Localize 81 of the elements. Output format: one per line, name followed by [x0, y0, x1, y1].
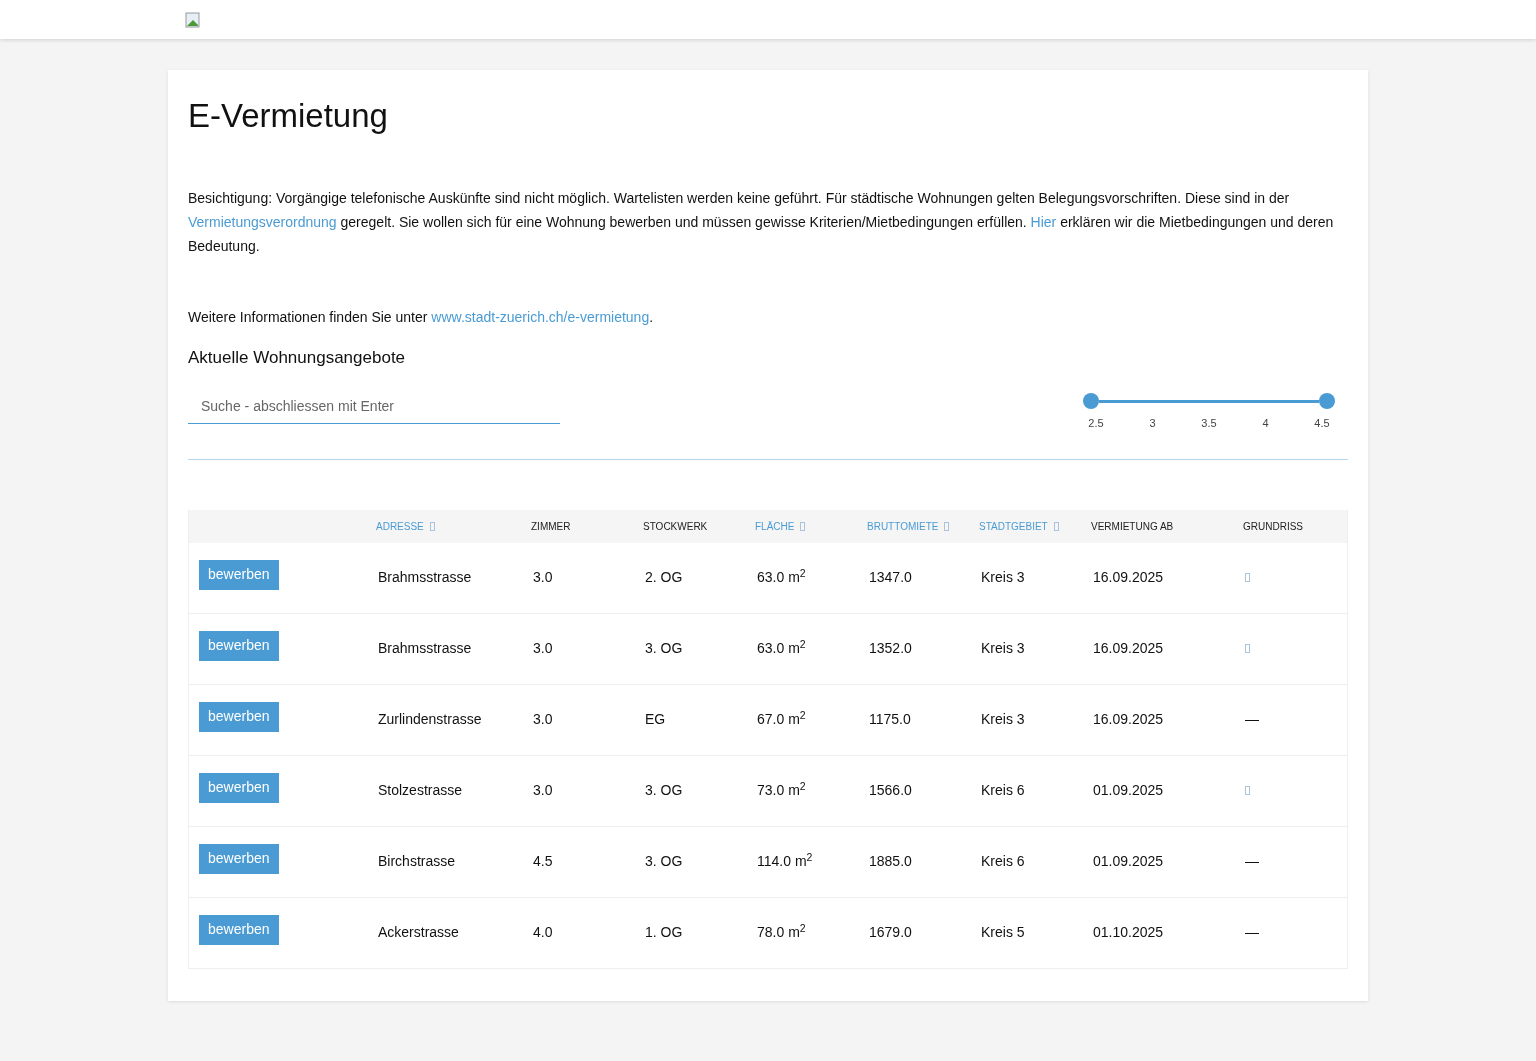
- table-cell: 67.0 m$^{2}$: [757, 711, 806, 727]
- table-cell: 1885.0: [869, 853, 912, 869]
- table-cell: 16.09.2025: [1093, 569, 1164, 585]
- table-cell: 3.0: [533, 640, 553, 656]
- section-title: Aktuelle Wohnungsangebote: [188, 347, 407, 369]
- column-header[interactable]: FLÄCHE: [755, 518, 795, 534]
- info-paragraph: Weitere Informationen finden Sie unter www.stadt-zuerich.ch/e-vermietung.: [188, 308, 655, 327]
- table-cell: 78.0 m$^{2}$: [757, 924, 806, 940]
- table-cell: Stolzestrasse: [378, 782, 463, 798]
- table-cell-text: —: [1245, 852, 1259, 871]
- column-header: VERMIETUNG AB: [1091, 519, 1174, 534]
- table-cell: 1. OG: [645, 924, 683, 940]
- page-title: E-Vermietung: [188, 96, 389, 136]
- column-header[interactable]: BRUTTOMIETE: [867, 518, 939, 534]
- table-cell: Kreis 3: [981, 569, 1025, 585]
- table-cell: 3. OG: [645, 640, 683, 656]
- slider-tick-label: 3.5: [1200, 416, 1218, 431]
- sort-icon: [429, 521, 435, 531]
- table-cell: 01.09.2025: [1093, 853, 1164, 869]
- column-header: ZIMMER: [531, 519, 571, 534]
- column-header: STOCKWERK: [643, 519, 708, 534]
- link[interactable]: Hier: [1030, 214, 1057, 230]
- table-cell: 4.0: [533, 924, 553, 940]
- floor-plan-icon: [1245, 573, 1250, 582]
- table-cell: Kreis 3: [981, 640, 1025, 656]
- apply-button[interactable]: bewerben: [199, 843, 279, 874]
- table-cell: 3.0: [533, 711, 553, 727]
- slider-tick-label: 3: [1148, 416, 1157, 431]
- apply-button[interactable]: bewerben: [199, 559, 279, 590]
- table-cell: Kreis 6: [981, 853, 1025, 869]
- slider-tick-label: 4: [1261, 416, 1270, 431]
- table-cell: 3. OG: [645, 853, 683, 869]
- broken-image-icon: [185, 11, 201, 28]
- sort-icon: [1053, 521, 1059, 531]
- slider-tick-label: 2.5: [1087, 416, 1105, 431]
- table-cell: Kreis 3: [981, 711, 1025, 727]
- table-cell: 3.0: [533, 569, 553, 585]
- slider-tick-label: 4.5: [1313, 416, 1331, 431]
- table-cell: 16.09.2025: [1093, 640, 1164, 656]
- column-header[interactable]: ADRESSE: [376, 518, 424, 534]
- table-cell: Brahmsstrasse: [378, 640, 472, 656]
- table-cell: 1679.0: [869, 924, 912, 940]
- sort-icon: [800, 521, 806, 531]
- link[interactable]: Vermietungsverordnung: [188, 214, 337, 230]
- search-field[interactable]: Suche - abschliessen mit Enter: [188, 388, 560, 424]
- floor-plan-icon: [1245, 786, 1250, 795]
- table-cell: 1566.0: [869, 782, 912, 798]
- table-cell: 114.0 m$^{2}$: [757, 853, 813, 869]
- table-cell: Kreis 6: [981, 782, 1025, 798]
- apply-button[interactable]: bewerben: [199, 914, 279, 945]
- table-cell: 01.09.2025: [1093, 782, 1164, 798]
- table-cell: Ackerstrasse: [378, 924, 459, 940]
- table-cell: Brahmsstrasse: [378, 569, 472, 585]
- table-cell: 01.10.2025: [1093, 924, 1164, 940]
- floor-plan-icon: [1245, 644, 1250, 653]
- table-cell-text: —: [1245, 710, 1259, 729]
- table-cell: 73.0 m$^{2}$: [757, 782, 806, 798]
- table-cell: 3.0: [533, 782, 553, 798]
- slider-thumb[interactable]: [1083, 393, 1099, 409]
- table-cell: Zurlindenstrasse: [378, 711, 482, 727]
- slider-thumb[interactable]: [1319, 393, 1335, 409]
- column-header: GRUNDRISS: [1243, 519, 1303, 534]
- table-cell: 4.5: [533, 853, 553, 869]
- table-cell: 63.0 m$^{2}$: [757, 569, 806, 585]
- table-cell: 1352.0: [869, 640, 912, 656]
- apply-button[interactable]: bewerben: [199, 630, 279, 661]
- table-cell: 2. OG: [645, 569, 683, 585]
- table-cell-text: —: [1245, 923, 1259, 942]
- table-cell: Birchstrasse: [378, 853, 456, 869]
- column-header[interactable]: STADTGEBIET: [979, 518, 1048, 534]
- table-cell: Kreis 5: [981, 924, 1025, 940]
- table-cell: 63.0 m$^{2}$: [757, 640, 806, 656]
- table-cell: 3. OG: [645, 782, 683, 798]
- apply-button[interactable]: bewerben: [199, 772, 279, 803]
- table-cell: 1175.0: [869, 711, 911, 727]
- intro-paragraph: Besichtigung: Vorgängige telefonische Auskünfte sind nicht möglich. Wartelisten werden keine geführt. Für städtische Wohnungen gelten Belegungsvorschriften. Diese sind in der Vermietungsverordnung geregelt. Sie wollen sich für eine Wohnung bewerben und müssen gewisse Kriterien/Mietbedingungen erfüllen. Hier erklären wir die Mietbedingungen und deren Bedeutung.: [188, 189, 1335, 256]
- sort-icon: [944, 521, 950, 531]
- apply-button[interactable]: bewerben: [199, 701, 279, 732]
- table-cell: 1347.0: [869, 569, 912, 585]
- table-cell: EG: [645, 711, 666, 727]
- table-cell: 16.09.2025: [1093, 711, 1164, 727]
